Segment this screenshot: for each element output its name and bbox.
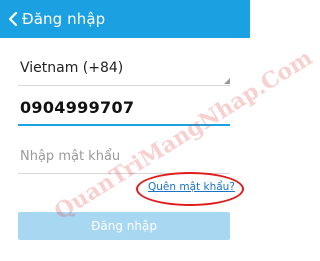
page-title: Đăng nhập — [22, 10, 106, 28]
password-input[interactable]: Nhập mật khẩu — [18, 140, 230, 174]
phone-number-input[interactable]: 0904999707 — [18, 92, 230, 126]
phone-number-value: 0904999707 — [20, 98, 135, 117]
password-placeholder: Nhập mật khẩu — [20, 149, 121, 164]
login-button[interactable]: Đăng nhập — [18, 212, 230, 240]
country-select[interactable]: Vietnam (+84) — [18, 52, 230, 86]
forgot-password-link[interactable]: Quên mật khẩu? — [148, 181, 235, 193]
country-value: Vietnam (+84) — [20, 60, 124, 76]
login-button-label: Đăng nhập — [91, 219, 157, 233]
chevron-left-icon[interactable] — [6, 9, 20, 29]
app-header: Đăng nhập — [0, 0, 250, 38]
dropdown-indicator-icon — [224, 78, 230, 84]
